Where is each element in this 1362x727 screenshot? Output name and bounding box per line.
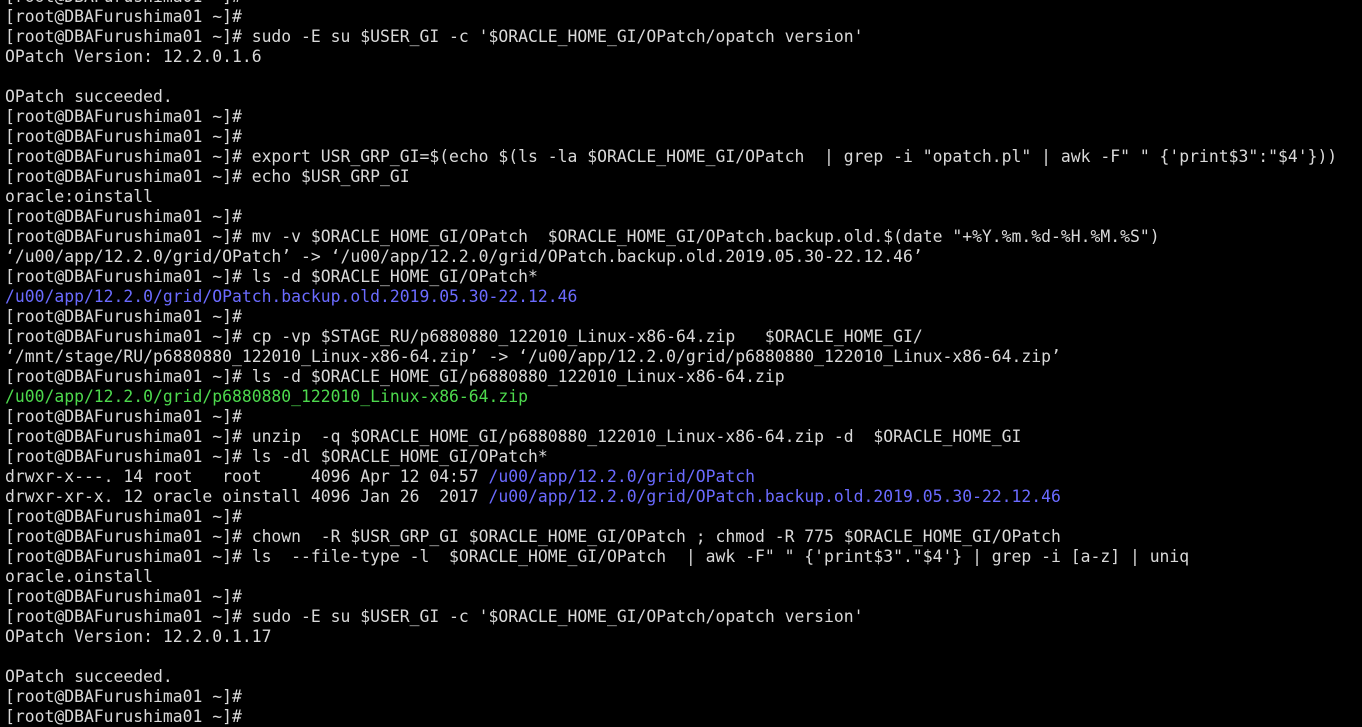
terminal-line-prompt: [root@DBAFurushima01 ~]# (5, 587, 1362, 607)
terminal-line-text: oracle:oinstall (5, 187, 154, 206)
terminal-line-text: [root@DBAFurushima01 ~]# echo $USR_GRP_G… (5, 167, 410, 186)
terminal-line-text: ‘/mnt/stage/RU/p6880880_122010_Linux-x86… (5, 347, 1061, 366)
terminal-line-text: [root@DBAFurushima01 ~]# ls --file-type … (5, 547, 1190, 566)
terminal-line-text: drwxr-x---. 14 root root 4096 Apr 12 04:… (5, 467, 489, 486)
terminal-line-command: [root@DBAFurushima01 ~]# ls -dl $ORACLE_… (5, 447, 1362, 467)
terminal-line-output: OPatch succeeded. (5, 87, 1362, 107)
terminal-line-prompt: [root@DBAFurushima01 ~]# (5, 407, 1362, 427)
terminal-line-output: oracle:oinstall (5, 187, 1362, 207)
terminal-line-output: oracle.oinstall (5, 567, 1362, 587)
terminal-line-prompt: [root@DBAFurushima01 ~]# (5, 127, 1362, 147)
terminal-line-text: [root@DBAFurushima01 ~]# (5, 507, 242, 526)
terminal-line-text: OPatch Version: 12.2.0.1.6 (5, 47, 262, 66)
terminal-line-prompt: [root@DBAFurushima01 ~]# (5, 7, 1362, 27)
terminal-line-command: [root@DBAFurushima01 ~]# echo $USR_GRP_G… (5, 167, 1362, 187)
terminal-line-prompt: [root@DBAFurushima01 ~]# (5, 0, 1362, 7)
terminal-line-text: [root@DBAFurushima01 ~]# mv -v $ORACLE_H… (5, 227, 1160, 246)
terminal-line-output: OPatch Version: 12.2.0.1.17 (5, 627, 1362, 647)
terminal-line-command: [root@DBAFurushima01 ~]# ls -d $ORACLE_H… (5, 367, 1362, 387)
terminal-line-output: /u00/app/12.2.0/grid/OPatch.backup.old.2… (5, 287, 1362, 307)
terminal-line-text: [root@DBAFurushima01 ~]# (5, 127, 242, 146)
terminal-line-text: ‘/u00/app/12.2.0/grid/OPatch’ -> ‘/u00/a… (5, 247, 923, 266)
terminal-line-prompt: [root@DBAFurushima01 ~]# (5, 207, 1362, 227)
terminal-line-text: [root@DBAFurushima01 ~]# ls -dl $ORACLE_… (5, 447, 548, 466)
terminal-line-text: [root@DBAFurushima01 ~]# (5, 587, 242, 606)
terminal-line-text: OPatch succeeded. (5, 87, 173, 106)
terminal-line-command: [root@DBAFurushima01 ~]# sudo -E su $USE… (5, 607, 1362, 627)
terminal-line-output: ‘/u00/app/12.2.0/grid/OPatch’ -> ‘/u00/a… (5, 247, 1362, 267)
terminal-directory-path: /u00/app/12.2.0/grid/OPatch (488, 467, 755, 486)
terminal-line-prompt: [root@DBAFurushima01 ~]# (5, 107, 1362, 127)
terminal-line-command: [root@DBAFurushima01 ~]# mv -v $ORACLE_H… (5, 227, 1362, 247)
terminal-line-output: OPatch succeeded. (5, 667, 1362, 687)
terminal-line-command: [root@DBAFurushima01 ~]# export USR_GRP_… (5, 147, 1362, 167)
terminal-line-text: [root@DBAFurushima01 ~]# sudo -E su $USE… (5, 607, 864, 626)
terminal-line-text: [root@DBAFurushima01 ~]# export USR_GRP_… (5, 147, 1338, 166)
terminal-line-text: [root@DBAFurushima01 ~]# chown -R $USR_G… (5, 527, 1061, 546)
terminal-line-text: [root@DBAFurushima01 ~]# (5, 687, 242, 706)
terminal-window[interactable]: [root@DBAFurushima01 ~]# [root@DBAFurushi… (5, 0, 1362, 727)
terminal-line-text: [root@DBAFurushima01 ~]# cp -vp $STAGE_R… (5, 327, 923, 346)
terminal-line-text: [root@DBAFurushima01 ~]# ls -d $ORACLE_H… (5, 267, 538, 286)
terminal-line-text: [root@DBAFurushima01 ~]# (5, 7, 242, 26)
terminal-line-text: [root@DBAFurushima01 ~]# unzip -q $ORACL… (5, 427, 1022, 446)
terminal-line-text: OPatch succeeded. (5, 667, 173, 686)
terminal-line-output: ‘/mnt/stage/RU/p6880880_122010_Linux-x86… (5, 347, 1362, 367)
terminal-line-text: OPatch Version: 12.2.0.1.17 (5, 627, 272, 646)
terminal-line-text: [root@DBAFurushima01 ~]# ls -d $ORACLE_H… (5, 367, 785, 386)
terminal-line-text: oracle.oinstall (5, 567, 154, 586)
terminal-line-command: [root@DBAFurushima01 ~]# sudo -E su $USE… (5, 27, 1362, 47)
terminal-line-output: drwxr-xr-x. 12 oracle oinstall 4096 Jan … (5, 487, 1362, 507)
terminal-line-text: [root@DBAFurushima01 ~]# (5, 0, 242, 6)
terminal-line-text: /u00/app/12.2.0/grid/OPatch.backup.old.2… (5, 287, 578, 306)
terminal-line-command: [root@DBAFurushima01 ~]# chown -R $USR_G… (5, 527, 1362, 547)
terminal-line-text: [root@DBAFurushima01 ~]# (5, 407, 242, 426)
terminal-line-command: [root@DBAFurushima01 ~]# ls --file-type … (5, 547, 1362, 567)
terminal-line-text: [root@DBAFurushima01 ~]# (5, 307, 242, 326)
terminal-line-text: /u00/app/12.2.0/grid/p6880880_122010_Lin… (5, 387, 529, 406)
terminal-line-prompt: [root@DBAFurushima01 ~]# (5, 507, 1362, 527)
terminal-line-output: OPatch Version: 12.2.0.1.6 (5, 47, 1362, 67)
terminal-line-output: /u00/app/12.2.0/grid/p6880880_122010_Lin… (5, 387, 1362, 407)
terminal-line-command: [root@DBAFurushima01 ~]# cp -vp $STAGE_R… (5, 327, 1362, 347)
terminal-line-text: drwxr-xr-x. 12 oracle oinstall 4096 Jan … (5, 487, 489, 506)
terminal-line-command: [root@DBAFurushima01 ~]# unzip -q $ORACL… (5, 427, 1362, 447)
terminal-line-text: [root@DBAFurushima01 ~]# (5, 107, 242, 126)
terminal-line-output: drwxr-x---. 14 root root 4096 Apr 12 04:… (5, 467, 1362, 487)
terminal-line-text: [root@DBAFurushima01 ~]# (5, 207, 242, 226)
terminal-line-text: [root@DBAFurushima01 ~]# sudo -E su $USE… (5, 27, 864, 46)
terminal-line-prompt: [root@DBAFurushima01 ~]# (5, 687, 1362, 707)
terminal-line-command: [root@DBAFurushima01 ~]# ls -d $ORACLE_H… (5, 267, 1362, 287)
terminal-line-prompt: [root@DBAFurushima01 ~]# (5, 307, 1362, 327)
terminal-directory-path: /u00/app/12.2.0/grid/OPatch.backup.old.2… (488, 487, 1061, 506)
terminal-line-text: [root@DBAFurushima01 ~]# (5, 707, 242, 726)
terminal-line-prompt: [root@DBAFurushima01 ~]# (5, 707, 1362, 727)
